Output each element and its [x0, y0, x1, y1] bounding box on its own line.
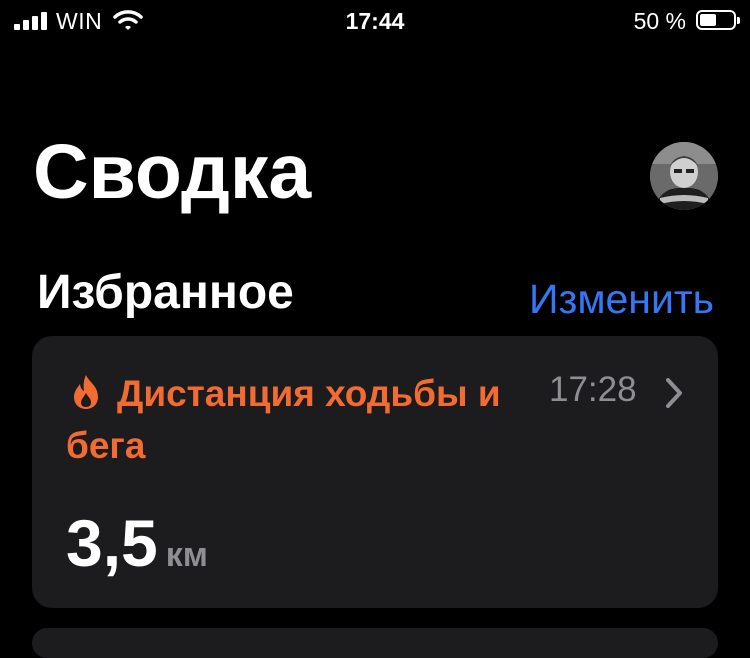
- page-title: Сводка: [33, 129, 312, 215]
- card-title: Дистанция ходьбы и бега: [66, 373, 501, 466]
- card-time: 17:28: [549, 370, 637, 409]
- next-card[interactable]: [32, 628, 718, 658]
- battery-level-fill: [700, 14, 716, 26]
- battery-icon: [696, 10, 740, 30]
- battery-percent: 50 %: [633, 8, 686, 34]
- status-bar: WIN 17:44 50 %: [0, 0, 750, 44]
- edit-favorites-button[interactable]: Изменить: [529, 276, 714, 323]
- card-value: 3,5 км: [66, 510, 208, 576]
- chevron-right-icon: [664, 377, 684, 414]
- walking-running-distance-card[interactable]: Дистанция ходьбы и бега 17:28 3,5 км: [32, 336, 718, 608]
- distance-unit: км: [165, 536, 208, 574]
- profile-avatar[interactable]: [650, 142, 718, 210]
- distance-value: 3,5: [66, 506, 158, 580]
- favorites-title: Избранное: [37, 266, 294, 319]
